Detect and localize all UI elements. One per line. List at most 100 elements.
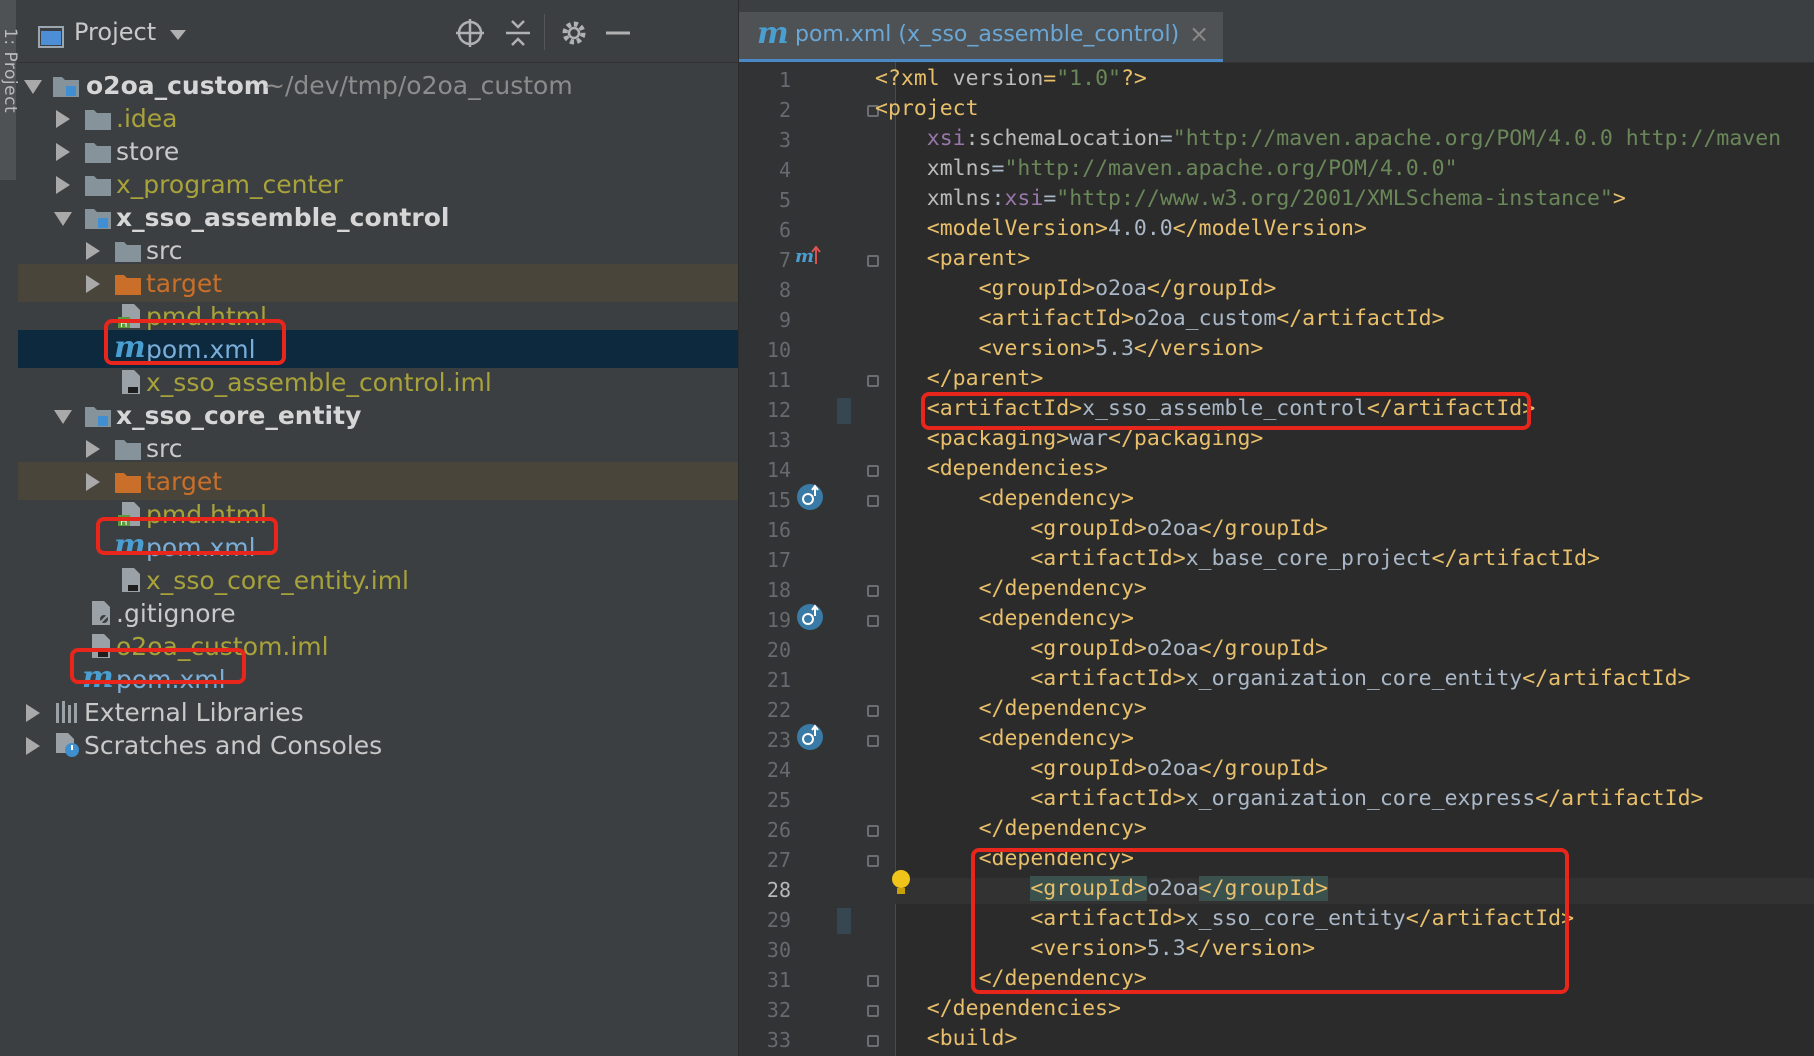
code-token: x_organization_core_express <box>1185 786 1536 811</box>
chevron-right-icon[interactable] <box>56 143 70 161</box>
line-number: 6 <box>778 218 791 242</box>
code-token: x_base_core_project <box>1185 546 1432 571</box>
editor-area: m pom.xml (x_sso_assemble_control) × 123… <box>739 0 1814 1056</box>
chevron-right-icon[interactable] <box>26 737 40 755</box>
code-token: </groupId> <box>1146 276 1277 301</box>
settings-gear-icon[interactable] <box>558 17 590 49</box>
folder-icon <box>115 275 141 295</box>
override-up-icon[interactable]: m <box>795 244 821 266</box>
tree-label: x_sso_assemble_control <box>116 203 450 232</box>
chevron-down-icon[interactable] <box>54 212 72 226</box>
chevron-right-icon[interactable] <box>56 110 70 128</box>
line-number: 20 <box>766 638 791 662</box>
project-tool-tab[interactable]: 1: Project <box>0 0 20 180</box>
project-tool-label: 1: Project <box>0 28 20 114</box>
code-token: </groupId> <box>1198 516 1329 541</box>
chevron-right-icon[interactable] <box>86 440 100 458</box>
code-token: xmlns <box>926 156 992 181</box>
code-token: <build> <box>926 1026 1018 1051</box>
chevron-down-icon[interactable] <box>170 30 186 40</box>
code-line: </dependency> <box>875 816 1147 841</box>
change-marker <box>837 398 851 424</box>
code-line: <artifactId>o2oa_custom</artifactId> <box>875 306 1445 331</box>
code-line: <build> <box>875 1026 1018 1051</box>
chevron-down-icon[interactable] <box>24 80 42 94</box>
project-view-icon <box>38 26 64 48</box>
annotation-box-artifact-id <box>921 392 1531 430</box>
code-token: <dependencies> <box>926 456 1108 481</box>
code-token: :schemaLocation <box>965 126 1160 151</box>
change-marker <box>837 908 851 934</box>
line-number: 32 <box>766 998 791 1022</box>
locate-icon[interactable] <box>454 17 486 49</box>
close-icon[interactable]: × <box>1189 20 1209 48</box>
tree-row-scratches[interactable]: Scratches and Consoles <box>18 726 738 764</box>
tree-label: src <box>146 434 183 463</box>
collapse-all-icon[interactable] <box>502 17 534 49</box>
code-token: = <box>1043 66 1057 91</box>
line-number: 8 <box>778 278 791 302</box>
code-token: </groupId> <box>1198 756 1329 781</box>
folder-icon <box>85 176 111 196</box>
line-number: 4 <box>778 158 791 182</box>
code-token: </dependencies> <box>926 996 1121 1021</box>
line-number: 14 <box>766 458 791 482</box>
chevron-right-icon[interactable] <box>26 704 40 722</box>
chevron-right-icon[interactable] <box>86 242 100 260</box>
folder-icon <box>115 473 141 493</box>
code-token: ?> <box>1120 66 1147 91</box>
chevron-right-icon[interactable] <box>56 176 70 194</box>
chevron-right-icon[interactable] <box>86 275 100 293</box>
project-view-selector[interactable]: Project <box>74 18 156 46</box>
implemented-icon[interactable] <box>795 722 825 752</box>
code-line: <parent> <box>875 246 1031 271</box>
line-number: 1 <box>778 68 791 92</box>
project-panel-header: Project <box>18 0 738 63</box>
code-token: </artifactId> <box>1431 546 1600 571</box>
implemented-icon[interactable] <box>795 482 825 512</box>
line-number: 25 <box>766 788 791 812</box>
code-line: <version>5.3</version> <box>875 336 1264 361</box>
tree-label: .gitignore <box>116 599 236 628</box>
code-line: </dependency> <box>875 696 1147 721</box>
project-path: ~/dev/tmp/o2oa_custom <box>264 71 573 100</box>
tree-label: target <box>146 467 223 496</box>
code-token: </groupId> <box>1198 636 1329 661</box>
code-token: "http://maven.apache.org/POM/4.0.0 http:… <box>1172 126 1782 151</box>
code-token: "1.0" <box>1056 66 1121 91</box>
tab-label: pom.xml (x_sso_assemble_control) <box>795 22 1180 47</box>
code-token: <modelVersion> <box>926 216 1108 241</box>
code-line: <groupId>o2oa</groupId> <box>875 756 1328 781</box>
code-token: </dependency> <box>978 696 1147 721</box>
code-line: <modelVersion>4.0.0</modelVersion> <box>875 216 1367 241</box>
code-token: xmlns <box>926 186 992 211</box>
code-token: </modelVersion> <box>1172 216 1367 241</box>
tree-label: x_program_center <box>116 170 343 199</box>
code-line: xsi:schemaLocation="http://maven.apache.… <box>875 126 1781 151</box>
code-token: </artifactId> <box>1522 666 1691 691</box>
iml-file-icon <box>122 568 140 592</box>
code-token: <groupId> <box>1030 516 1147 541</box>
code-token: <dependency> <box>978 486 1134 511</box>
line-number: 29 <box>766 908 791 932</box>
chevron-right-icon[interactable] <box>86 473 100 491</box>
line-number: 16 <box>766 518 791 542</box>
chevron-down-icon[interactable] <box>54 410 72 424</box>
code-line: <groupId>o2oa</groupId> <box>875 516 1328 541</box>
lightbulb-icon[interactable] <box>889 868 913 898</box>
code-token: <parent> <box>926 246 1031 271</box>
code-token: <version> <box>978 336 1096 361</box>
implemented-icon[interactable] <box>795 602 825 632</box>
tool-window-strip: 1: Project <box>0 0 20 1056</box>
line-number: 24 <box>766 758 791 782</box>
code-token: <groupId> <box>978 276 1096 301</box>
hide-minus-icon[interactable] <box>602 17 634 49</box>
tab-pom-xml[interactable]: m pom.xml (x_sso_assemble_control) × <box>739 12 1223 62</box>
